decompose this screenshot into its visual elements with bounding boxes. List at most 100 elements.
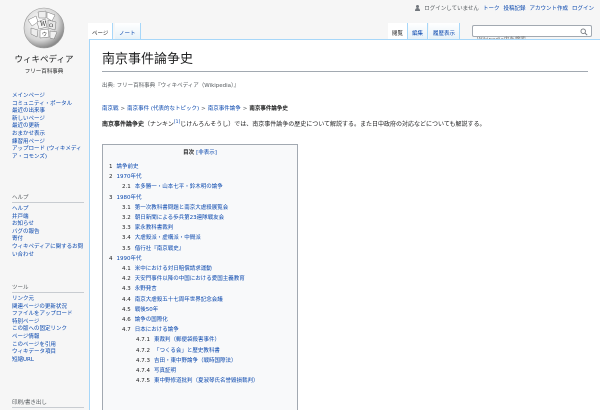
print-heading: 印刷/書き出し xyxy=(12,398,84,408)
sidebar-item-contact[interactable]: ウィキペディアに関するお問い合わせ xyxy=(12,244,84,259)
sidebar-item-notices[interactable]: お知らせ xyxy=(12,221,84,229)
user-icon xyxy=(414,5,420,11)
tab-talk[interactable]: ノート xyxy=(115,23,141,39)
toc-item[interactable]: 3.1 第一次教科書問題と南京大虐殺展覧会 xyxy=(109,203,291,213)
breadcrumb-separator: > xyxy=(242,106,248,112)
toc-item-label[interactable]: 吉田・東中野論争（戦時国際法） xyxy=(154,356,237,366)
toc-item-label[interactable]: 第一次教科書問題と南京大虐殺展覧会 xyxy=(135,203,229,213)
breadcrumb-item[interactable]: 南京事件 (代表的なトピック) xyxy=(127,106,199,112)
sidebar-item-upload[interactable]: アップロード (ウィキメディア・コモンズ) xyxy=(12,146,84,161)
toc-item-label[interactable]: 本多勝一・山本七平・鈴木明の論争 xyxy=(135,182,223,192)
search-icon[interactable] xyxy=(580,28,588,36)
toc-title: 目次 xyxy=(183,150,195,156)
toc-item-number: 3.3 xyxy=(122,225,131,232)
toc-item-number: 4.1 xyxy=(122,266,131,273)
wikipedia-logo[interactable]: W Ω ウ ウィキペディア フリー百科事典 xyxy=(14,6,74,81)
toc-item[interactable]: 2.1 本多勝一・山本七平・鈴木明の論争 xyxy=(109,182,291,192)
toc-item[interactable]: 4.7.2 「つくる会」と歴史教科書 xyxy=(109,346,291,356)
sidebar: W Ω ウ ウィキペディア フリー百科事典 メインページ コミュニティ・ポータル… xyxy=(0,0,88,410)
logo-tagline: フリー百科事典 xyxy=(24,69,64,75)
toc-item[interactable]: 4.7.4 写真証明 xyxy=(109,366,291,376)
sidebar-item-main-page[interactable]: メインページ xyxy=(12,93,84,101)
toc-item-number: 2.1 xyxy=(122,184,131,191)
toc-item[interactable]: 3.4 大虐殺派・虚構派・中間派 xyxy=(109,233,291,243)
toc-item[interactable]: 4.1 米中における対日賠償請求運動 xyxy=(109,264,291,274)
tab-edit[interactable]: 編集 xyxy=(408,23,429,39)
toc-item-label[interactable]: 1990年代 xyxy=(117,254,142,264)
toc-item-label[interactable]: 1970年代 xyxy=(117,172,142,182)
toc-item[interactable]: 3.2 朝日新聞による歩兵第23連隊戦友会 xyxy=(109,213,291,223)
toc-item-label[interactable]: 偕行社『南京戦史』 xyxy=(135,244,185,254)
lead-text: じけんろんそうし）では、南京事件論争の歴史について解説する。また日中政府の対応な… xyxy=(180,121,486,128)
sidebar-item-random[interactable]: おまかせ表示 xyxy=(12,131,84,139)
toc-item[interactable]: 4.7.5 東中野修道批判（夏淑琴氏名誉毀損裁判） xyxy=(109,376,291,386)
breadcrumb-item[interactable]: 南京戦 xyxy=(102,106,119,112)
toc-item-label[interactable]: 論争前史 xyxy=(117,162,139,172)
sidebar-item-page-info[interactable]: ページ情報 xyxy=(12,334,84,342)
article-content: 南京事件論争史 出典: フリー百科事典『ウィキペディア（Wikipedia）』 … xyxy=(89,39,600,410)
help-portal: ヘルプ ヘルプ 井戸端 お知らせ バグの報告 寄付 ウィキペディアに関するお問い… xyxy=(12,193,84,259)
toc-item[interactable]: 4.6 論争の国際化 xyxy=(109,315,291,325)
toc-item[interactable]: 4.7.1 東裁判（郵便袋殺害事件） xyxy=(109,335,291,345)
toc-item[interactable]: 4.2 天安門事件以降の中国における愛国主義教育 xyxy=(109,274,291,284)
sidebar-item-permanent-link[interactable]: この版への固定リンク xyxy=(12,326,84,334)
sidebar-item-short-url[interactable]: 短縮URL xyxy=(12,357,84,365)
create-account-link[interactable]: アカウント作成 xyxy=(529,4,568,12)
toc-item-label[interactable]: 家永教科書裁判 xyxy=(135,223,174,233)
sidebar-item-current-events[interactable]: 最近の出来事 xyxy=(12,108,84,116)
contributions-link[interactable]: 投稿記録 xyxy=(503,4,525,12)
toc-item-number: 3.4 xyxy=(122,235,131,242)
toc-item-number: 3.5 xyxy=(122,245,131,252)
toc-item[interactable]: 4.7 日本における論争 xyxy=(109,325,291,335)
toc-item[interactable]: 1 論争前史 xyxy=(109,162,291,172)
toc-item[interactable]: 4.7.3 吉田・東中野論争（戦時国際法） xyxy=(109,356,291,366)
toc-item-label[interactable]: 南京大虐殺五十七周年世界記念会議 xyxy=(135,295,223,305)
toc-item-label[interactable]: 戦後50年 xyxy=(135,305,159,315)
tools-portal: ツール リンク元 関連ページの更新状況 ファイルをアップロード 特別ページ この… xyxy=(12,283,84,364)
sidebar-item-donate[interactable]: 寄付 xyxy=(12,236,84,244)
toc-item-number: 3.2 xyxy=(122,215,131,222)
toc-item-label[interactable]: 東中野修道批判（夏淑琴氏名誉毀損裁判） xyxy=(154,376,259,386)
toc-item-label[interactable]: 朝日新聞による歩兵第23連隊戦友会 xyxy=(135,213,224,223)
sidebar-item-recent-changes[interactable]: 最近の更新 xyxy=(12,123,84,131)
toc-item-label[interactable]: 東裁判（郵便袋殺害事件） xyxy=(154,335,220,345)
logo-wordmark: ウィキペディア xyxy=(14,55,74,65)
toc-item[interactable]: 4.3 永野発言 xyxy=(109,284,291,294)
page-title: 南京事件論争史 xyxy=(102,48,588,72)
toc-item-number: 4.7 xyxy=(122,327,131,334)
toc-item-label[interactable]: 論争の国際化 xyxy=(135,315,168,325)
toc-item-label[interactable]: 日本における論争 xyxy=(135,325,179,335)
toc-item[interactable]: 4 1990年代 xyxy=(109,254,291,264)
toc-item-label[interactable]: 「つくる会」と歴史教科書 xyxy=(154,346,220,356)
toc-hide-toggle[interactable]: [非表示] xyxy=(196,150,217,156)
sidebar-item-help[interactable]: ヘルプ xyxy=(12,206,84,214)
talk-link[interactable]: トーク xyxy=(483,4,500,12)
login-link[interactable]: ログイン xyxy=(572,4,594,12)
toc-item-label[interactable]: 天安門事件以降の中国における愛国主義教育 xyxy=(135,274,245,284)
sidebar-item-what-links-here[interactable]: リンク元 xyxy=(12,296,84,304)
toc-item[interactable]: 3 1980年代 xyxy=(109,193,291,203)
toc-item[interactable]: 4.5 戦後50年 xyxy=(109,305,291,315)
not-logged-in-label: ログインしていません xyxy=(424,6,479,12)
toc-item[interactable]: 3.3 家永教科書裁判 xyxy=(109,223,291,233)
toc-item-label[interactable]: 大虐殺派・虚構派・中間派 xyxy=(135,233,201,243)
lead-paragraph: 南京事件論争史（ナンキン[1]じけんろんそうし）では、南京事件論争の歴史について… xyxy=(102,118,587,129)
tab-page[interactable]: ページ xyxy=(88,23,114,39)
toc-item-label[interactable]: 1980年代 xyxy=(117,193,142,203)
sidebar-item-upload-file[interactable]: ファイルをアップロード xyxy=(12,311,84,319)
toc-item-label[interactable]: 写真証明 xyxy=(154,366,176,376)
breadcrumb-item[interactable]: 南京事件論争 xyxy=(208,106,241,112)
toc-item[interactable]: 4.4 南京大虐殺五十七周年世界記念会議 xyxy=(109,295,291,305)
toc-header: 目次 [非表示] xyxy=(109,148,291,156)
toc-item-number: 4.7.5 xyxy=(136,378,150,385)
tab-history[interactable]: 履歴表示 xyxy=(429,23,461,39)
toc-item[interactable]: 3.5 偕行社『南京戦史』 xyxy=(109,244,291,254)
toc-item-label[interactable]: 永野発言 xyxy=(135,284,157,294)
search-box xyxy=(472,25,592,45)
tab-read[interactable]: 閲覧 xyxy=(388,23,409,39)
lead-reading: （ナンキン xyxy=(144,121,174,128)
toc-item[interactable]: 2 1970年代 xyxy=(109,172,291,182)
sidebar-item-wikidata[interactable]: ウィキデータ項目 xyxy=(12,349,84,357)
toc-item-label[interactable]: 米中における対日賠償請求運動 xyxy=(135,264,212,274)
toc-list: 1 論争前史 2 1970年代 2.1 本多勝一・山本七平・鈴木明の論争 3 1980年代 3.… xyxy=(109,162,291,386)
